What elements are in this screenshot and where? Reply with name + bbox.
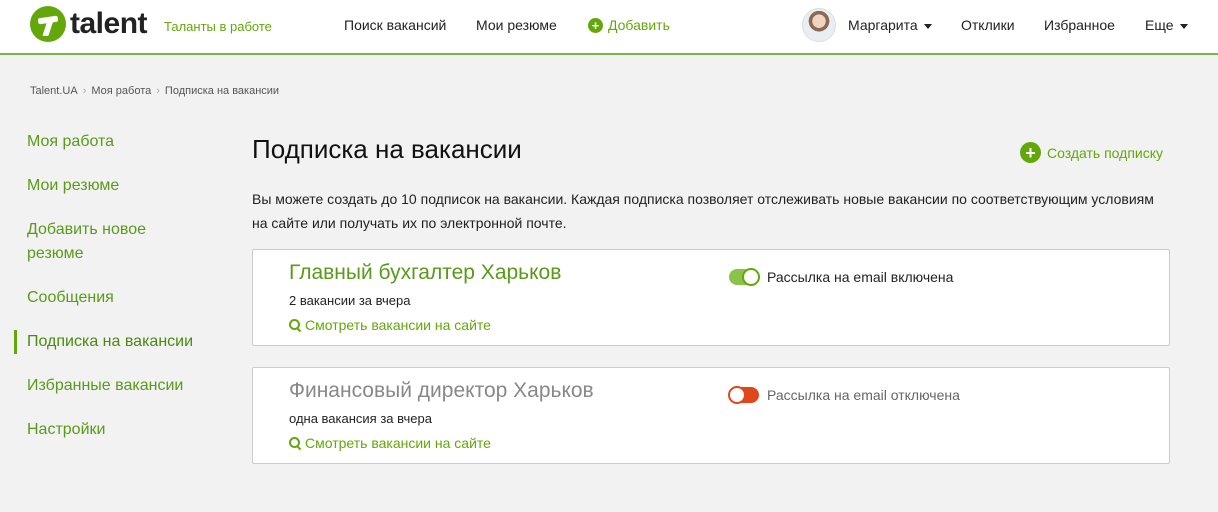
- view-vacancies-label: Смотреть вакансии на сайте: [305, 435, 491, 451]
- subscription-count: 2 вакансии за вчера: [289, 293, 411, 308]
- nav-search-vacancies[interactable]: Поиск вакансий: [344, 17, 446, 33]
- tagline: Таланты в работе: [164, 19, 272, 34]
- nav-more-label: Еще: [1145, 17, 1174, 33]
- create-subscription-label: Создать подписку: [1047, 144, 1164, 161]
- sidebar: Моя работа Мои резюме Добавить новое рез…: [14, 130, 214, 462]
- user-menu[interactable]: Маргарита: [848, 17, 932, 33]
- chevron-down-icon: [923, 23, 932, 29]
- nav-responses[interactable]: Отклики: [961, 17, 1015, 33]
- breadcrumb: Talent.UA › Моя работа › Подписка на вак…: [30, 85, 279, 97]
- plus-circle-icon: +: [1020, 142, 1041, 163]
- nav-my-resumes[interactable]: Мои резюме: [476, 17, 557, 33]
- toggle-knob: [742, 268, 760, 286]
- breadcrumb-my-work[interactable]: Моя работа: [91, 85, 151, 97]
- breadcrumb-home[interactable]: Talent.UA: [30, 85, 78, 97]
- toggle-knob: [728, 386, 746, 404]
- chevron-down-icon: [1179, 23, 1188, 29]
- subscription-count: одна вакансия за вчера: [289, 411, 432, 426]
- subscription-title[interactable]: Финансовый директор Харьков: [289, 379, 594, 403]
- chevron-right-icon: ›: [156, 85, 160, 97]
- sidebar-item-subscriptions[interactable]: Подписка на вакансии: [14, 330, 214, 354]
- email-toggle[interactable]: [729, 268, 760, 286]
- subscription-title[interactable]: Главный бухгалтер Харьков: [289, 261, 561, 285]
- talent-logo[interactable]: talent: [30, 6, 148, 42]
- breadcrumb-current: Подписка на вакансии: [164, 85, 280, 97]
- create-subscription-button[interactable]: + Создать подписку: [1020, 142, 1163, 163]
- nav-add-button[interactable]: + Добавить: [588, 17, 670, 33]
- talent-logo-icon: [30, 6, 66, 42]
- email-toggle-row: Рассылка на email отключена: [728, 386, 960, 404]
- site-header: talent Таланты в работе Поиск вакансий М…: [0, 0, 1218, 55]
- sidebar-item-add-resume[interactable]: Добавить новое резюме: [14, 218, 164, 266]
- sidebar-item-settings[interactable]: Настройки: [14, 418, 214, 442]
- nav-favorites[interactable]: Избранное: [1044, 17, 1115, 33]
- email-toggle-row: Рассылка на email включена: [729, 268, 954, 286]
- view-vacancies-label: Смотреть вакансии на сайте: [305, 317, 491, 333]
- intro-text: Вы можете создать до 10 подписок на вака…: [252, 191, 1154, 231]
- view-vacancies-link[interactable]: Смотреть вакансии на сайте: [289, 317, 491, 333]
- nav-add-label: Добавить: [608, 17, 670, 33]
- sidebar-item-favorite-vacancies[interactable]: Избранные вакансии: [14, 374, 214, 398]
- email-status: Рассылка на email отключена: [767, 387, 960, 403]
- email-toggle[interactable]: [728, 386, 759, 404]
- user-name: Маргарита: [848, 17, 918, 33]
- sidebar-item-my-resumes[interactable]: Мои резюме: [14, 174, 214, 198]
- avatar[interactable]: [802, 8, 836, 42]
- subscription-card: Финансовый директор Харьков одна ваканси…: [252, 367, 1170, 464]
- plus-circle-icon: +: [588, 17, 603, 33]
- subscription-card: Главный бухгалтер Харьков 2 вакансии за …: [252, 249, 1170, 346]
- email-status: Рассылка на email включена: [767, 269, 954, 285]
- sidebar-item-messages[interactable]: Сообщения: [14, 286, 214, 310]
- logo-text: talent: [70, 7, 148, 40]
- chevron-right-icon: ›: [82, 85, 87, 97]
- nav-more[interactable]: Еще: [1145, 17, 1188, 33]
- search-icon: [289, 319, 301, 331]
- sidebar-item-my-work[interactable]: Моя работа: [14, 130, 214, 154]
- page-title: Подписка на вакансии: [252, 134, 522, 164]
- search-icon: [289, 437, 301, 449]
- view-vacancies-link[interactable]: Смотреть вакансии на сайте: [289, 435, 491, 451]
